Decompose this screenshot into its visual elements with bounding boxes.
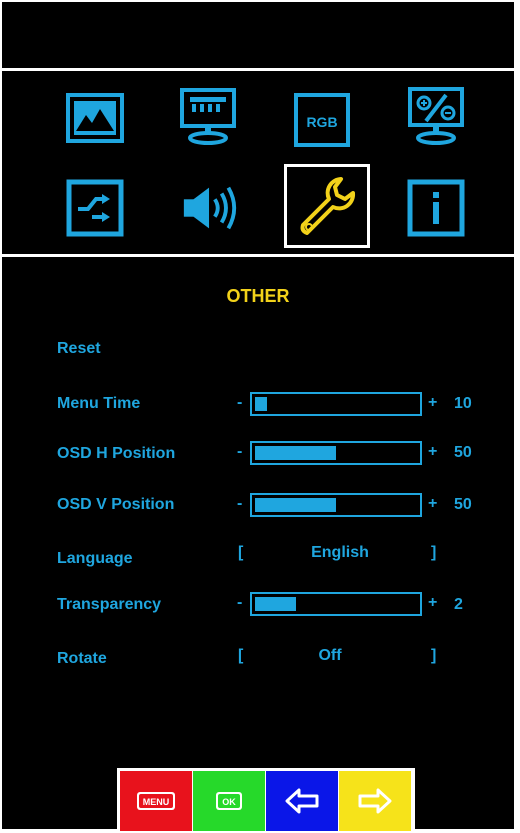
osd-h-position-slider[interactable] bbox=[250, 441, 422, 465]
slider-fill bbox=[255, 597, 296, 611]
top-bar bbox=[2, 2, 514, 68]
slider-fill bbox=[255, 446, 336, 460]
menu-item-osd-v-position[interactable]: OSD V Position bbox=[57, 496, 174, 514]
option-close-bracket: ] bbox=[431, 544, 437, 561]
ok-button-label: OK bbox=[222, 797, 236, 807]
increase-symbol: + bbox=[428, 495, 438, 512]
decrease-symbol: - bbox=[237, 594, 243, 611]
input-icon[interactable] bbox=[65, 178, 125, 238]
decrease-symbol: - bbox=[237, 394, 243, 411]
display-icon[interactable] bbox=[178, 86, 238, 146]
slider-fill bbox=[255, 397, 267, 411]
option-open-bracket: [ bbox=[238, 544, 244, 561]
osd-menu: RGB OTHER Reset Menu Time - + 10 OSD H P… bbox=[0, 0, 516, 832]
menu-item-transparency[interactable]: Transparency bbox=[57, 596, 161, 614]
audio-icon[interactable] bbox=[180, 178, 240, 238]
slider-fill bbox=[255, 498, 336, 512]
picture-icon[interactable] bbox=[65, 88, 125, 148]
right-arrow-icon bbox=[358, 788, 392, 814]
menu-time-value: 10 bbox=[454, 395, 472, 412]
increase-symbol: + bbox=[428, 443, 438, 460]
button-bar: MENU OK bbox=[117, 768, 415, 832]
menu-item-language[interactable]: Language bbox=[57, 550, 133, 568]
option-close-bracket: ] bbox=[431, 647, 437, 664]
rgb-icon-text: RGB bbox=[306, 114, 337, 130]
menu-item-reset[interactable]: Reset bbox=[57, 340, 101, 358]
menu-time-slider[interactable] bbox=[250, 392, 422, 416]
ok-button[interactable]: OK bbox=[193, 771, 265, 831]
menu-item-menu-time[interactable]: Menu Time bbox=[57, 395, 140, 413]
rgb-icon[interactable]: RGB bbox=[292, 90, 352, 150]
decrease-symbol: - bbox=[237, 495, 243, 512]
osd-v-position-value: 50 bbox=[454, 496, 472, 513]
language-value[interactable]: English bbox=[260, 544, 420, 562]
divider-middle bbox=[2, 254, 514, 257]
wrench-icon[interactable] bbox=[297, 176, 357, 236]
right-arrow-button[interactable] bbox=[339, 771, 411, 831]
menu-title: OTHER bbox=[226, 286, 290, 306]
transparency-value: 2 bbox=[454, 596, 463, 613]
transparency-slider[interactable] bbox=[250, 592, 422, 616]
rotate-value[interactable]: Off bbox=[250, 647, 410, 665]
increase-symbol: + bbox=[428, 594, 438, 611]
left-arrow-button[interactable] bbox=[266, 771, 338, 831]
menu-button-label: MENU bbox=[143, 797, 170, 807]
option-open-bracket: [ bbox=[238, 647, 244, 664]
divider-top bbox=[2, 68, 514, 71]
menu-item-osd-h-position[interactable]: OSD H Position bbox=[57, 445, 175, 463]
adjust-icon[interactable] bbox=[406, 86, 466, 146]
decrease-symbol: - bbox=[237, 443, 243, 460]
osd-v-position-slider[interactable] bbox=[250, 493, 422, 517]
osd-h-position-value: 50 bbox=[454, 444, 472, 461]
left-arrow-icon bbox=[285, 788, 319, 814]
info-icon[interactable] bbox=[406, 178, 466, 238]
increase-symbol: + bbox=[428, 394, 438, 411]
menu-button[interactable]: MENU bbox=[120, 771, 192, 831]
menu-item-rotate[interactable]: Rotate bbox=[57, 650, 107, 668]
